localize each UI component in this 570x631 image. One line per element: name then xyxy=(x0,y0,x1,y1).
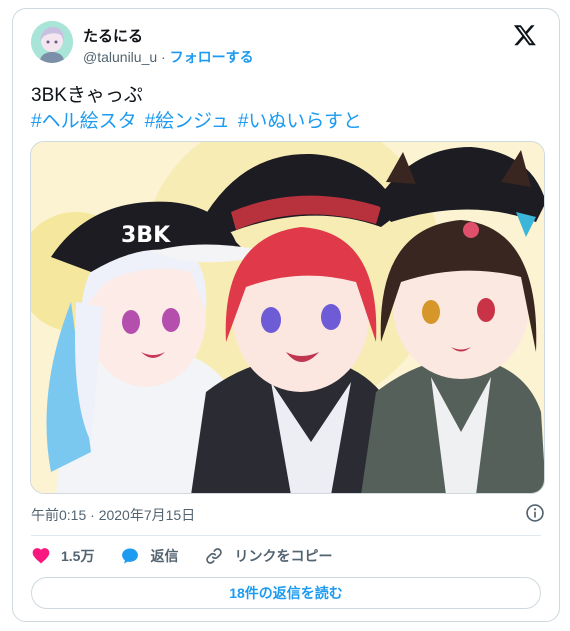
illustration: 3BK xyxy=(31,142,544,493)
divider xyxy=(31,535,541,536)
author-handle[interactable]: @talunilu_u xyxy=(83,49,157,65)
author-name[interactable]: たるにる xyxy=(83,25,143,46)
follow-button[interactable]: フォローする xyxy=(170,49,254,65)
x-logo-icon[interactable] xyxy=(513,23,537,47)
tweet-text: 3BKきゃっぷ #ヘル絵スタ #絵ンジュ #いぬいらすと xyxy=(31,83,541,135)
handle-row: @talunilu_u · フォローする xyxy=(83,47,254,67)
action-bar: 1.5万 返信 リンクをコピー xyxy=(31,543,358,569)
tweet-image[interactable]: 3BK xyxy=(30,141,545,494)
tweet-header: たるにる @talunilu_u · フォローする xyxy=(31,21,541,69)
hashtag-link[interactable]: #絵ンジュ xyxy=(145,111,230,132)
tweet-card: たるにる @talunilu_u · フォローする 3BKきゃっぷ #ヘル絵スタ… xyxy=(12,8,560,622)
copy-link-button[interactable]: リンクをコピー xyxy=(204,546,332,566)
hashtag-link[interactable]: #いぬいらすと xyxy=(238,111,362,132)
read-replies-button[interactable]: 18件の返信を読む xyxy=(31,577,541,609)
info-icon[interactable] xyxy=(525,503,545,523)
copy-link-label: リンクをコピー xyxy=(234,548,333,564)
tweet-body: 3BKきゃっぷ xyxy=(31,85,143,106)
like-count: 1.5万 xyxy=(61,548,95,564)
link-icon xyxy=(206,548,223,564)
reply-bubble-icon xyxy=(122,548,139,564)
reply-button[interactable]: 返信 xyxy=(120,546,178,566)
reply-label: 返信 xyxy=(150,548,179,564)
separator-dot: · xyxy=(161,49,166,65)
cap-text: 3BK xyxy=(121,223,171,248)
hashtag-list: #ヘル絵スタ #絵ンジュ #いぬいらすと xyxy=(31,109,541,135)
heart-icon xyxy=(32,548,50,564)
tweet-timestamp[interactable]: 午前0:15 · 2020年7月15日 xyxy=(31,505,195,525)
avatar[interactable] xyxy=(31,21,73,63)
like-button[interactable]: 1.5万 xyxy=(31,546,94,566)
hashtag-link[interactable]: #ヘル絵スタ xyxy=(31,111,137,132)
